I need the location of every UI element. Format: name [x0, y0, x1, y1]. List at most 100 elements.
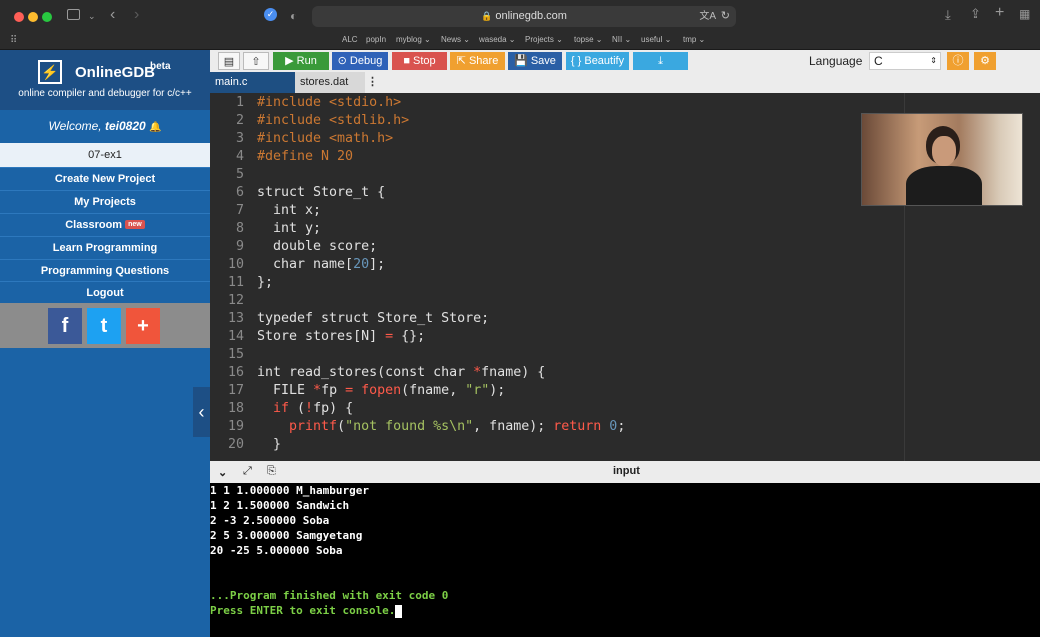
bookmark-projects[interactable]: Projects ⌄ — [525, 35, 563, 44]
bookmark-myblog[interactable]: myblog ⌄ — [396, 35, 431, 44]
console-output[interactable]: 1 1 1.000000 M_hamburger 1 2 1.500000 Sa… — [210, 483, 1040, 637]
expand-console-icon[interactable]: ⤢ — [243, 465, 252, 478]
bookmark-news[interactable]: News ⌄ — [441, 35, 470, 44]
nav-create-new-project[interactable]: Create New Project — [0, 167, 210, 189]
code-line: if (!fp) { — [257, 400, 353, 418]
add-share-icon[interactable]: + — [126, 308, 160, 344]
tab-main-c[interactable]: main.c — [210, 72, 295, 93]
console-header: ⌄ ⤢ ⎘ input — [210, 461, 1040, 483]
new-file-icon[interactable]: ▤ — [218, 52, 240, 70]
line-number: 2 — [235, 113, 244, 128]
code-token: fname) { — [481, 365, 546, 380]
language-select[interactable]: C ⇕ — [869, 52, 941, 70]
chevron-updown-icon: ⇕ — [930, 56, 937, 65]
bookmark-useful[interactable]: useful ⌄ — [641, 35, 671, 44]
line-number: 7 — [235, 203, 244, 218]
language-label: Language — [809, 54, 863, 68]
logo-area: ⚡ OnlineGDB beta online compiler and deb… — [0, 50, 210, 110]
line-number: 20 — [227, 437, 244, 452]
upload-icon[interactable]: ⇧ — [243, 52, 269, 70]
grid-icon[interactable]: ⠿ — [10, 34, 17, 48]
new-tab-icon[interactable]: + — [995, 5, 1004, 21]
facebook-icon[interactable]: f — [48, 308, 82, 344]
code-token: char name[ — [257, 257, 354, 272]
beautify-button[interactable]: { } Beautify — [566, 52, 629, 70]
code-line: #include <stdlib.h> — [257, 113, 410, 128]
run-label: Run — [296, 55, 317, 67]
back-icon[interactable]: ‹ — [110, 7, 115, 23]
download-icon[interactable]: ⤓ — [945, 8, 951, 22]
browser-titlebar: ⌄ ‹ › ✓ ◐ 🔒 onlinegdb.com 文A ↻ ⤓ ⇪ + ▦ — [0, 0, 1040, 32]
sidebar-toggle-icon[interactable] — [67, 9, 80, 20]
nav-logout[interactable]: Logout — [0, 281, 210, 303]
save-button[interactable]: 💾 Save — [508, 52, 562, 70]
new-badge: new — [125, 220, 145, 230]
console-line: 2 5 3.000000 Samgyetang — [210, 529, 363, 542]
nav-my-projects[interactable]: My Projects — [0, 190, 210, 212]
address-bar[interactable]: 🔒 onlinegdb.com 文A ↻ — [312, 6, 736, 27]
line-number: 10 — [227, 257, 244, 272]
code-line: #include <math.h> — [257, 131, 394, 146]
line-number: 6 — [235, 185, 244, 200]
webcam-overlay[interactable] — [861, 113, 1023, 206]
shield-check-icon[interactable]: ✓ — [264, 8, 277, 21]
info-icon[interactable]: ⓘ — [947, 52, 969, 70]
username[interactable]: tei0820 — [105, 119, 146, 133]
code-token: fp) { — [313, 401, 354, 416]
nav-programming-questions[interactable]: Programming Questions — [0, 259, 210, 281]
project-name[interactable]: 07-ex1 — [0, 143, 210, 167]
run-button[interactable]: ▶ Run — [273, 52, 329, 70]
stop-label: Stop — [413, 55, 436, 67]
bookmark-topse[interactable]: topse ⌄ — [574, 35, 603, 44]
save-label: Save — [530, 55, 556, 67]
code-line: FILE *fp = fopen(fname, "r"); — [257, 382, 505, 400]
nav-learn-programming[interactable]: Learn Programming — [0, 236, 210, 258]
language-value: C — [874, 54, 883, 68]
console-line: 2 -3 2.500000 Soba — [210, 514, 330, 527]
download-button[interactable]: ⤓ — [633, 52, 688, 70]
share-button[interactable]: ⇱ Share — [450, 52, 505, 70]
minimize-window-button[interactable] — [28, 12, 38, 22]
code-token: ]; — [369, 257, 386, 272]
bookmark-waseda[interactable]: waseda ⌄ — [479, 35, 516, 44]
code-token: ! — [305, 401, 314, 416]
close-window-button[interactable] — [14, 12, 24, 22]
code-token: , fname); — [473, 419, 554, 434]
bookmark-tmp[interactable]: tmp ⌄ — [683, 35, 705, 44]
welcome-text: Welcome, — [48, 119, 102, 133]
zoom-window-button[interactable] — [42, 12, 52, 22]
settings-gear-icon[interactable]: ⚙ — [974, 52, 996, 70]
tab-overview-icon[interactable]: ▦ — [1019, 7, 1030, 21]
bookmark-alc[interactable]: ALC — [342, 35, 358, 44]
line-number: 14 — [227, 329, 244, 344]
share-icon[interactable]: ⇪ — [970, 7, 981, 21]
debug-button[interactable]: ⊙ Debug — [332, 52, 388, 70]
share-label: Share — [468, 55, 499, 67]
code-line: double score; — [257, 239, 378, 254]
twitter-icon[interactable]: t — [87, 308, 121, 344]
bell-icon[interactable]: 🔔 — [149, 122, 161, 133]
translate-icon[interactable]: 文A — [699, 6, 716, 27]
line-number: 4 — [235, 149, 244, 164]
stop-button[interactable]: ■ Stop — [392, 52, 447, 70]
brand-name[interactable]: OnlineGDB — [75, 64, 155, 81]
line-number: 19 — [227, 419, 244, 434]
collapse-console-icon[interactable]: ⌄ — [218, 466, 227, 479]
forward-icon[interactable]: › — [134, 7, 139, 23]
collapse-sidebar-button[interactable]: ‹ — [193, 387, 210, 437]
code-line: #define N 20 — [257, 149, 354, 164]
line-number: 11 — [227, 275, 244, 290]
privacy-shield-icon[interactable]: ◐ — [290, 9, 297, 23]
more-options-icon[interactable]: ⋮ — [362, 72, 378, 93]
lightning-icon[interactable]: ⚡ — [38, 60, 62, 84]
chevron-down-icon[interactable]: ⌄ — [88, 9, 96, 23]
bookmark-nii[interactable]: NII ⌄ — [612, 35, 631, 44]
tab-stores-dat[interactable]: stores.dat — [295, 72, 365, 93]
nav-classroom[interactable]: Classroom new — [0, 213, 210, 235]
bookmark-popin[interactable]: popIn — [366, 35, 386, 44]
code-token: 20 — [353, 257, 370, 272]
line-number: 5 — [235, 167, 244, 182]
line-number: 3 — [235, 131, 244, 146]
copy-console-icon[interactable]: ⎘ — [267, 465, 276, 478]
reload-icon[interactable]: ↻ — [721, 6, 730, 27]
